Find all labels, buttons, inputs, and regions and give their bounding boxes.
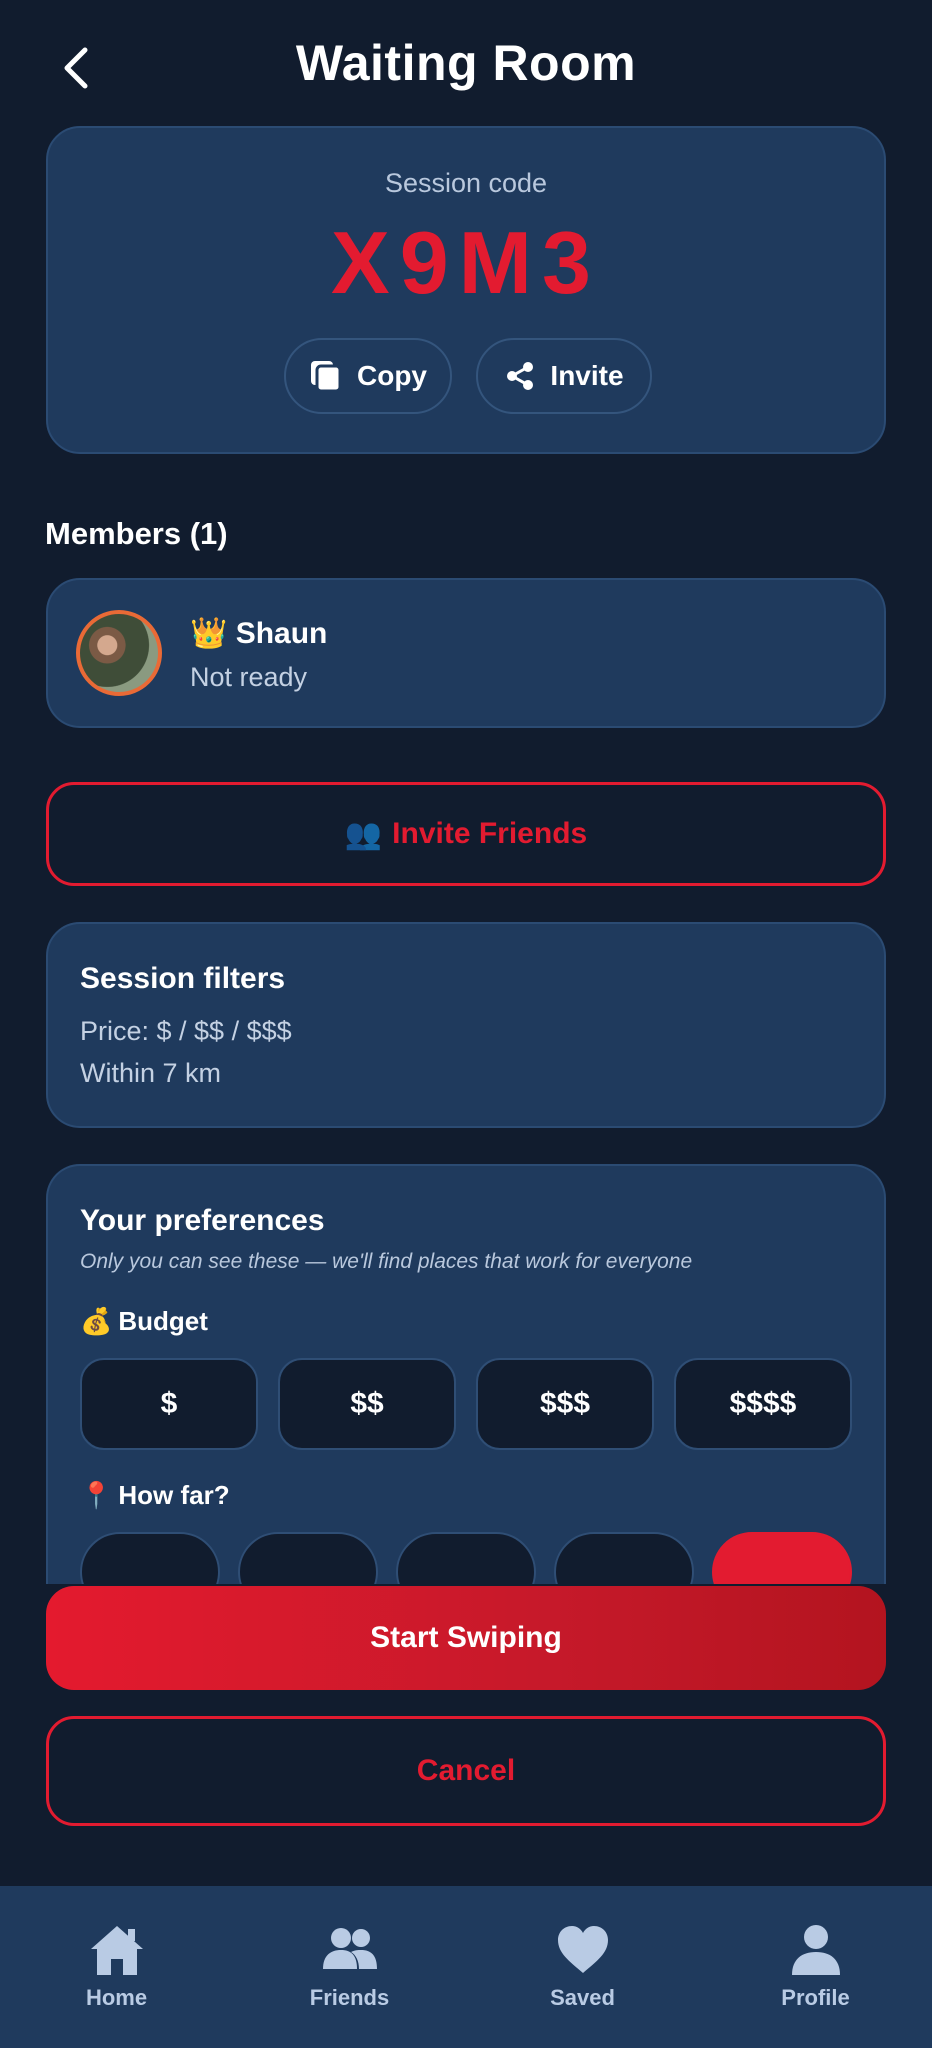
budget-option-3[interactable]: $$$: [476, 1358, 654, 1450]
avatar: [76, 610, 162, 696]
invite-friends-label: Invite Friends: [392, 817, 588, 850]
tab-profile-label: Profile: [781, 1985, 850, 2010]
distance-options: [80, 1532, 852, 1584]
budget-option-2[interactable]: $$: [278, 1358, 456, 1450]
profile-icon: [791, 1925, 840, 1975]
invite-label: Invite: [550, 360, 624, 391]
invite-friends-button[interactable]: 👥 Invite Friends: [46, 782, 886, 886]
members-title: Members (1): [45, 516, 228, 551]
copy-icon: [311, 361, 342, 393]
tab-friends-label: Friends: [309, 1985, 390, 2010]
tab-home-label: Home: [85, 1985, 148, 2010]
bottom-tab-bar: Home Friends Saved Profile: [0, 1886, 932, 2048]
budget-label: 💰 Budget: [80, 1306, 208, 1337]
distance-option-3[interactable]: [396, 1532, 536, 1584]
distance-option-2[interactable]: [238, 1532, 378, 1584]
tab-profile[interactable]: Profile: [699, 1886, 932, 2048]
filters-distance: Within 7 km: [80, 1058, 222, 1088]
share-icon: [507, 362, 534, 390]
preferences-card: Your preferences Only you can see these …: [46, 1164, 886, 1584]
money-bag-icon: 💰: [80, 1306, 113, 1336]
filters-title: Session filters: [80, 962, 286, 995]
distance-label: 📍 How far?: [80, 1480, 230, 1511]
header: Waiting Room: [0, 0, 932, 126]
member-card: 👑 Shaun Not ready: [46, 578, 886, 728]
session-code: X9M3: [331, 213, 601, 312]
distance-option-4[interactable]: [554, 1532, 694, 1584]
home-icon: [90, 1926, 143, 1975]
pin-icon: 📍: [80, 1480, 113, 1510]
session-code-label: Session code: [384, 168, 548, 198]
member-name: 👑 Shaun: [190, 616, 327, 651]
filters-price: Price: $ / $$ / $$$: [80, 1016, 292, 1046]
heart-icon: [557, 1926, 608, 1973]
distance-option-5[interactable]: [712, 1532, 852, 1584]
budget-options: $ $$ $$$ $$$$: [80, 1358, 852, 1450]
budget-label-text: Budget: [118, 1306, 208, 1336]
invite-button[interactable]: Invite: [476, 338, 652, 414]
preferences-subtitle: Only you can see these — we'll find plac…: [80, 1250, 693, 1273]
copy-label: Copy: [357, 360, 427, 391]
distance-option-1[interactable]: [80, 1532, 220, 1584]
tab-home[interactable]: Home: [0, 1886, 233, 2048]
session-filters-card: Session filters Price: $ / $$ / $$$ With…: [46, 922, 886, 1128]
tab-saved[interactable]: Saved: [466, 1886, 699, 2048]
distance-label-text: How far?: [118, 1480, 230, 1510]
budget-option-4[interactable]: $$$$: [674, 1358, 852, 1450]
budget-option-1[interactable]: $: [80, 1358, 258, 1450]
preferences-title: Your preferences: [80, 1204, 325, 1237]
member-status: Not ready: [190, 662, 308, 692]
crown-icon: 👑: [190, 617, 228, 650]
member-name-text: Shaun: [235, 617, 328, 650]
start-swiping-button[interactable]: Start Swiping: [46, 1586, 886, 1690]
friends-icon: [322, 1928, 377, 1969]
tab-friends[interactable]: Friends: [233, 1886, 466, 2048]
copy-button[interactable]: Copy: [284, 338, 452, 414]
page-title: Waiting Room: [295, 35, 637, 91]
cancel-button[interactable]: Cancel: [46, 1716, 886, 1826]
tab-saved-label: Saved: [550, 1985, 615, 2010]
session-card: Session code X9M3 Copy Invite: [46, 126, 886, 454]
people-icon: 👥: [344, 817, 383, 851]
